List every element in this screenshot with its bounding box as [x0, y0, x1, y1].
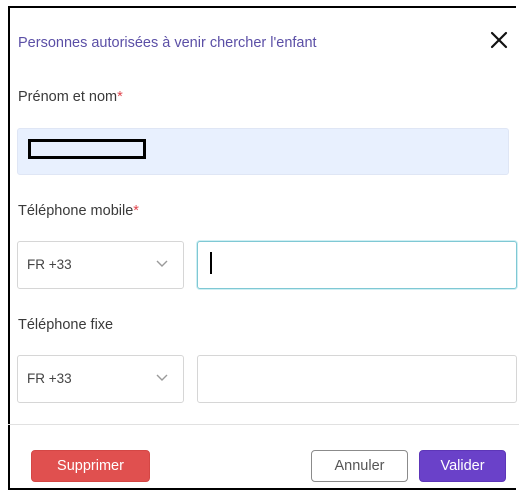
text-cursor	[210, 252, 212, 274]
fixed-phone-input[interactable]	[197, 355, 517, 403]
fixed-country-value: FR +33	[27, 371, 72, 386]
name-label-text: Prénom et nom	[18, 89, 118, 105]
mobile-label: Téléphone mobile*	[18, 203, 139, 219]
validate-button[interactable]: Valider	[419, 450, 506, 482]
cancel-button[interactable]: Annuler	[311, 450, 408, 482]
required-mark: *	[117, 89, 123, 105]
required-mark: *	[133, 203, 139, 219]
delete-button[interactable]: Supprimer	[31, 450, 150, 482]
fixed-country-select[interactable]: FR +33	[17, 355, 184, 403]
name-field[interactable]	[17, 128, 509, 175]
mobile-label-text: Téléphone mobile	[18, 203, 134, 219]
fixed-label: Téléphone fixe	[18, 317, 114, 333]
close-icon	[490, 31, 508, 49]
footer-divider	[8, 424, 519, 425]
redacted-value	[28, 139, 146, 159]
mobile-country-value: FR +33	[27, 257, 72, 272]
dialog-title: Personnes autorisées à venir chercher l'…	[18, 35, 317, 51]
mobile-country-select[interactable]: FR +33	[17, 241, 184, 289]
chevron-down-icon	[156, 374, 168, 381]
chevron-down-icon	[156, 260, 168, 267]
close-button[interactable]	[485, 26, 513, 54]
name-label: Prénom et nom*	[18, 89, 123, 105]
mobile-phone-input[interactable]	[197, 241, 517, 289]
